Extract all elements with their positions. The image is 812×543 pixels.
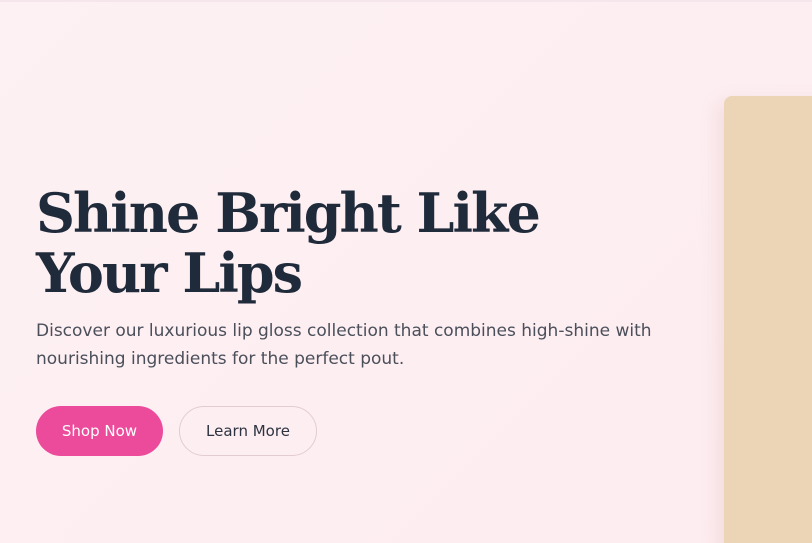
top-divider	[0, 0, 812, 2]
hero-title: Shine Bright Like Your Lips	[36, 181, 541, 305]
shop-now-button[interactable]: Shop Now	[36, 406, 163, 456]
hero-actions: Shop Now Learn More	[36, 406, 676, 456]
learn-more-button[interactable]: Learn More	[179, 406, 317, 456]
hero-subtitle: Discover our luxurious lip gloss collect…	[36, 321, 652, 369]
hero-image-card	[724, 96, 812, 543]
hero-section: Shine Bright Like Your Lips Discover our…	[36, 183, 676, 456]
